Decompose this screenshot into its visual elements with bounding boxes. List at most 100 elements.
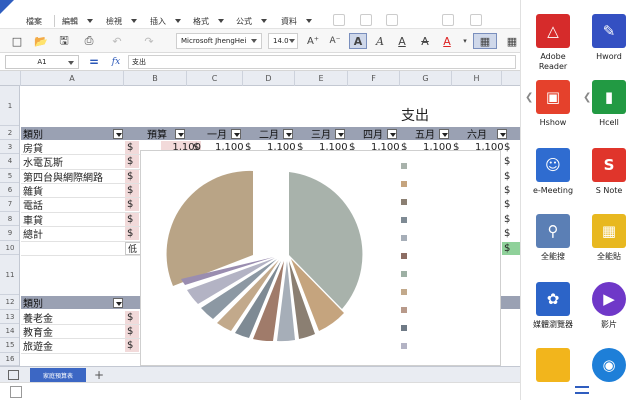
panel-menu-icon[interactable]: [575, 386, 589, 394]
currency-cell[interactable]: $: [125, 213, 139, 226]
new-file-icon[interactable]: □: [8, 33, 26, 49]
filter-dropdown-icon[interactable]: [439, 129, 449, 139]
pie-slice-large-tan[interactable]: [166, 170, 253, 286]
sheet-list-icon[interactable]: [8, 370, 19, 380]
pie-chart-object[interactable]: [140, 150, 501, 366]
currency-cell[interactable]: $: [125, 227, 139, 240]
app-adobe-reader[interactable]: △ Adobe Reader: [525, 14, 581, 72]
filter-dropdown-icon[interactable]: [231, 129, 241, 139]
print-icon[interactable]: ⎙: [80, 33, 98, 49]
font-name-select[interactable]: Microsoft JhengHei: [176, 33, 262, 49]
currency-cell[interactable]: $: [125, 339, 139, 352]
merge-cells-icon[interactable]: ▦: [503, 33, 521, 49]
bold-icon[interactable]: A: [349, 33, 367, 49]
open-folder-icon[interactable]: 📂: [32, 33, 50, 49]
row-header[interactable]: 2: [0, 126, 19, 140]
row-label[interactable]: 教育金: [21, 325, 53, 339]
menu-data[interactable]: 資料: [281, 15, 312, 27]
currency-cell[interactable]: $: [125, 311, 139, 324]
row-header[interactable]: 12: [0, 295, 19, 310]
row-header[interactable]: 8: [0, 212, 19, 226]
header-jan[interactable]: 一月: [205, 127, 227, 141]
row-header[interactable]: 6: [0, 183, 19, 197]
save-icon[interactable]: 🖫: [55, 33, 73, 49]
app-hword[interactable]: ✎ Hword: [581, 14, 637, 62]
column-header-g[interactable]: G: [400, 71, 452, 86]
currency-cell-highlight[interactable]: $: [502, 242, 520, 255]
refresh-icon[interactable]: [386, 14, 398, 26]
app-hshow[interactable]: ▣ Hshow: [525, 80, 581, 128]
row-header[interactable]: 3: [0, 140, 19, 154]
menu-file[interactable]: 檔案: [26, 15, 42, 27]
pie-slice-large-grey[interactable]: [289, 172, 363, 309]
formula-input[interactable]: 支出: [128, 55, 516, 69]
header-jun[interactable]: 六月: [465, 127, 487, 141]
column-header-h[interactable]: H: [452, 71, 502, 86]
filter-dropdown-icon[interactable]: [335, 129, 345, 139]
app-globe[interactable]: ◉: [581, 348, 637, 382]
select-all-corner[interactable]: [0, 71, 21, 86]
sheet-tab-active[interactable]: 家庭預算表: [30, 368, 86, 382]
filter-dropdown-icon[interactable]: [387, 129, 397, 139]
row-header[interactable]: 7: [0, 197, 19, 212]
menu-edit[interactable]: 編輯: [62, 15, 93, 27]
row-header[interactable]: 9: [0, 226, 19, 241]
row-header[interactable]: 11: [0, 255, 19, 295]
text-icon[interactable]: [442, 14, 454, 26]
row-header[interactable]: 13: [0, 310, 19, 324]
strikethrough-icon[interactable]: A: [416, 33, 434, 49]
row-label[interactable]: 車貸: [21, 213, 43, 227]
menu-formula[interactable]: 公式: [236, 15, 267, 27]
header-category[interactable]: 類別: [21, 127, 43, 141]
borders-icon[interactable]: ▦: [473, 33, 497, 49]
currency-cell[interactable]: $: [125, 170, 139, 183]
currency-cell[interactable]: $: [502, 198, 510, 211]
currency-cell[interactable]: $: [502, 227, 510, 240]
underline-icon[interactable]: A: [393, 33, 411, 49]
row-label[interactable]: 養老金: [21, 311, 53, 325]
row-header[interactable]: 5: [0, 169, 19, 183]
app-e-meeting[interactable]: ☺ e-Meeting: [525, 148, 581, 196]
header-budget[interactable]: 預算: [145, 127, 167, 141]
app-s-note[interactable]: S S Note: [581, 148, 637, 196]
font-size-select[interactable]: 14.0: [268, 33, 298, 49]
chart-icon[interactable]: [333, 14, 345, 26]
column-header-b[interactable]: B: [124, 71, 187, 86]
row-header[interactable]: 4: [0, 154, 19, 169]
row-header[interactable]: 10: [0, 241, 19, 255]
app-corner-tab[interactable]: [0, 0, 14, 14]
edit-mode-icon[interactable]: [10, 386, 22, 398]
row-label[interactable]: 旅遊金: [21, 339, 53, 353]
row-label[interactable]: 水電瓦斯: [21, 155, 63, 169]
row-label[interactable]: 雜貨: [21, 184, 43, 198]
sheet-title[interactable]: 支出: [399, 106, 429, 124]
row-label[interactable]: 總計: [21, 227, 43, 241]
currency-cell[interactable]: $: [502, 213, 510, 226]
italic-icon[interactable]: A: [371, 33, 389, 49]
app-paste[interactable]: ▦ 全能貼: [581, 214, 637, 262]
currency-cell[interactable]: $: [125, 184, 139, 197]
row-header[interactable]: 14: [0, 324, 19, 338]
header-apr[interactable]: 四月: [361, 127, 383, 141]
header-may[interactable]: 五月: [413, 127, 435, 141]
decrease-font-icon[interactable]: A⁻: [326, 33, 344, 49]
app-folder[interactable]: [525, 348, 581, 382]
currency-cell[interactable]: $: [502, 170, 510, 183]
currency-cell[interactable]: $: [125, 198, 139, 211]
filter-dropdown-icon[interactable]: [113, 298, 123, 308]
menu-format[interactable]: 格式: [193, 15, 224, 27]
font-color-icon[interactable]: A: [438, 33, 456, 49]
currency-cell[interactable]: $: [502, 184, 510, 197]
column-header-e[interactable]: E: [295, 71, 348, 86]
currency-cell[interactable]: $: [125, 325, 139, 338]
section2-header-category[interactable]: 類別: [21, 296, 43, 310]
row-label[interactable]: 房貸: [21, 141, 43, 155]
comment-icon[interactable]: [470, 14, 482, 26]
app-search[interactable]: ⚲ 全能搜: [525, 214, 581, 262]
filter-dropdown-icon[interactable]: [175, 129, 185, 139]
currency-cell[interactable]: $: [502, 155, 510, 168]
filter-dropdown-icon[interactable]: [283, 129, 293, 139]
app-video[interactable]: ▶ 影片: [581, 282, 637, 330]
currency-cell[interactable]: $: [125, 155, 139, 168]
row-header[interactable]: 16: [0, 353, 19, 366]
